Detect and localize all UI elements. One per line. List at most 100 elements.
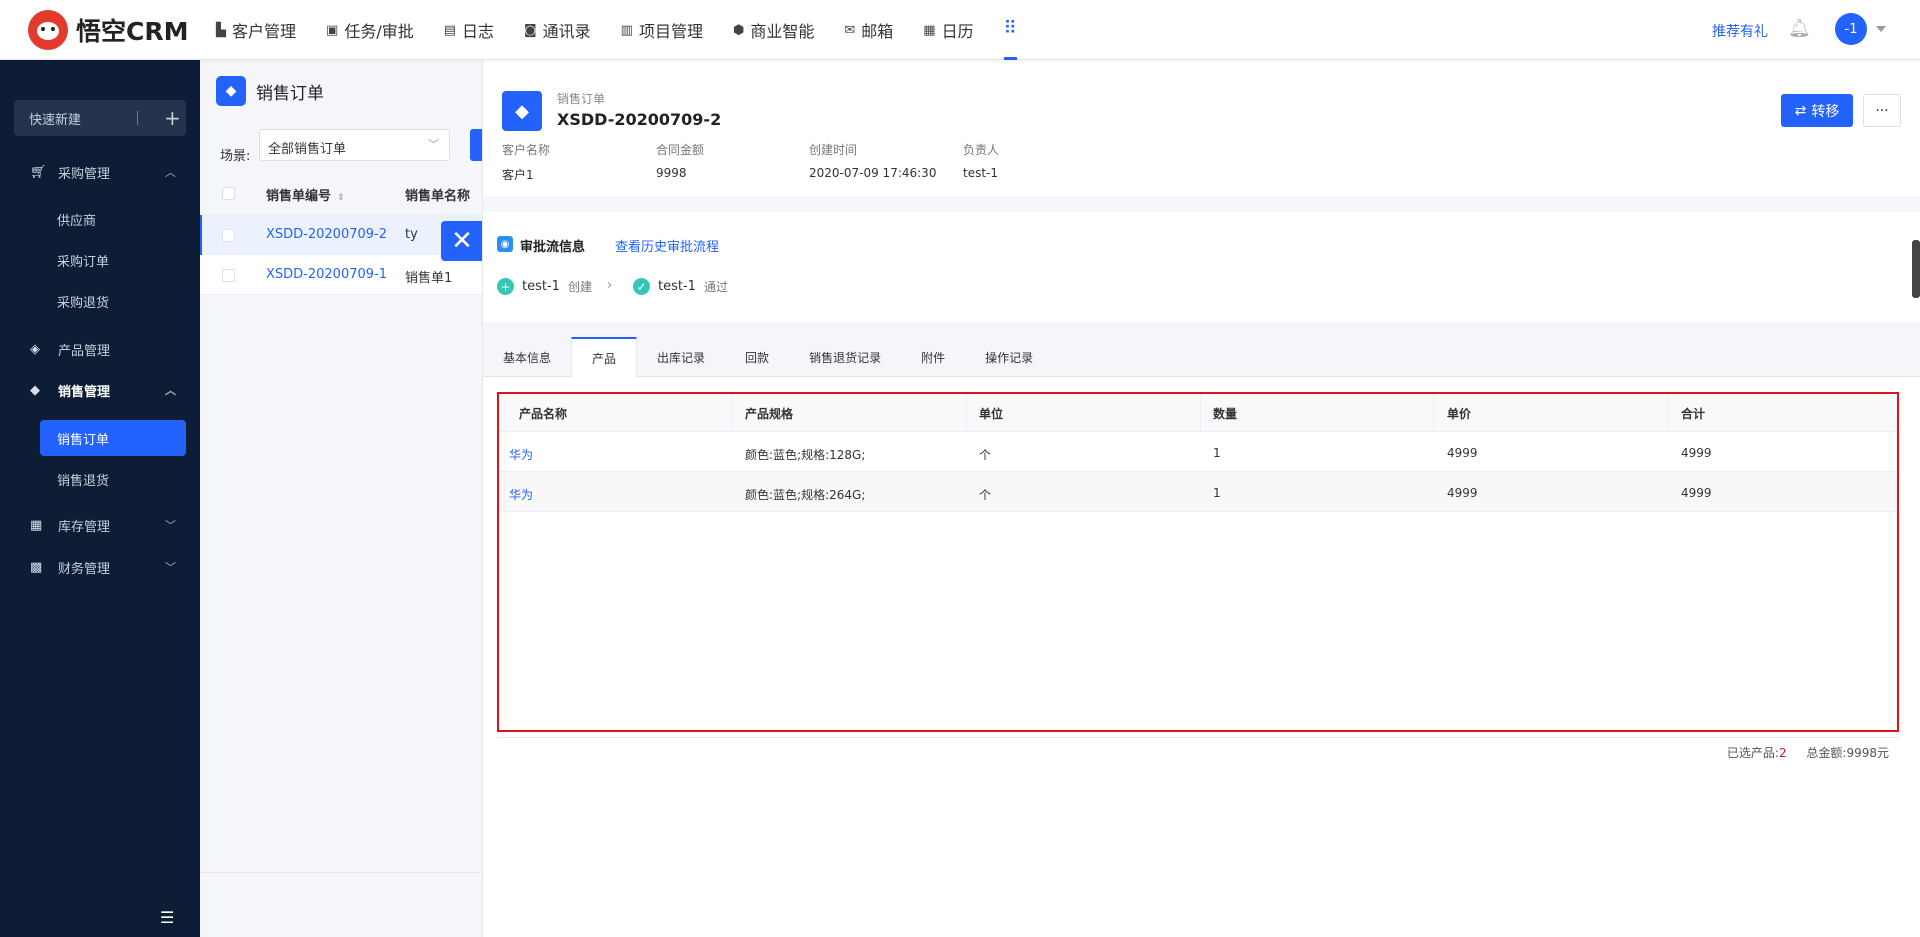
nav-label: 日志 bbox=[462, 22, 495, 41]
wallet-icon: ▩ bbox=[30, 559, 43, 575]
selected-count: 2 bbox=[1778, 746, 1787, 760]
column-header-name[interactable]: 销售单名称 bbox=[405, 185, 470, 204]
row-checkbox[interactable] bbox=[222, 269, 235, 282]
sidebar-sub-purchase-order[interactable]: 采购订单 bbox=[0, 242, 200, 278]
order-name: 销售单1 bbox=[405, 271, 453, 286]
box-icon: ◈ bbox=[30, 341, 40, 357]
chevron-right-icon: › bbox=[607, 278, 613, 293]
divider bbox=[1667, 394, 1668, 432]
chevron-up-icon: ︿ bbox=[165, 384, 176, 397]
order-number-link[interactable]: XSDD-20200709-2 bbox=[266, 227, 387, 242]
plus-icon: + bbox=[164, 106, 181, 130]
sidebar-item-sales[interactable]: ◆ 销售管理 ︿ bbox=[0, 372, 200, 408]
step-action: 创建 bbox=[567, 280, 592, 294]
log-icon: ▤ bbox=[443, 22, 457, 38]
nav-mail[interactable]: ✉ 邮箱 bbox=[844, 0, 893, 60]
nav-log[interactable]: ▤ 日志 bbox=[444, 0, 494, 60]
sidebar-item-purchase[interactable]: 🛒︎ 采购管理 ︿ bbox=[0, 154, 200, 190]
table-row[interactable]: XSDD-20200709-2 ty bbox=[200, 215, 482, 255]
field-owner: 负责人 test-1 bbox=[963, 141, 999, 180]
list-panel: ◆ 销售订单 场景: 全部销售订单 ﹀ 销售单编号 ⇕ 销售单名称 XSDD-20… bbox=[200, 60, 482, 937]
row-checkbox[interactable] bbox=[222, 229, 235, 242]
tag-icon: ◆ bbox=[30, 382, 40, 398]
approval-section: ◉ 审批流信息 查看历史审批流程 + test-1 创建 › ✓ test-1 通过 bbox=[483, 212, 1920, 322]
nav-label: 项目管理 bbox=[638, 22, 703, 41]
referral-link[interactable]: 推荐有礼 bbox=[1712, 21, 1768, 41]
field-created: 创建时间 2020-07-09 17:46:30 bbox=[809, 141, 936, 180]
nav-tasks[interactable]: ▣ 任务/审批 bbox=[326, 0, 414, 60]
table-row[interactable]: 华为 颜色:蓝色;规格:128G; 个 1 4999 4999 bbox=[499, 432, 1897, 472]
tab-products[interactable]: 产品 bbox=[571, 337, 638, 378]
nav-label: 任务/审批 bbox=[344, 22, 414, 41]
scene-label: 场景: bbox=[220, 149, 251, 164]
nav-projects[interactable]: ▥ 项目管理 bbox=[621, 0, 703, 60]
product-table: 产品名称 产品规格 单位 数量 单价 合计 华为 颜色:蓝色;规格:128G; … bbox=[497, 392, 1899, 732]
briefcase-icon: ▣ bbox=[326, 22, 339, 38]
field-value: 客户1 bbox=[502, 168, 534, 182]
sidebar-item-inventory[interactable]: ▦ 库存管理 ﹀ bbox=[0, 507, 200, 543]
side-handle[interactable] bbox=[1912, 240, 1920, 298]
column-header-number[interactable]: 销售单编号 ⇕ bbox=[266, 185, 345, 204]
sidebar-item-finance[interactable]: ▩ 财务管理 ﹀ bbox=[0, 549, 200, 585]
tab-attachments[interactable]: 附件 bbox=[901, 337, 965, 377]
tab-activity-log[interactable]: 操作记录 bbox=[965, 337, 1053, 377]
product-spec: 颜色:蓝色;规格:264G; bbox=[745, 488, 866, 502]
product-unit: 个 bbox=[979, 448, 992, 462]
scene-select[interactable]: 全部销售订单 ﹀ bbox=[259, 129, 450, 161]
apps-grid-icon: ⠿ bbox=[1003, 18, 1017, 39]
quick-create-button[interactable]: 快速新建 + bbox=[14, 100, 186, 136]
chevron-down-icon[interactable] bbox=[1876, 26, 1886, 32]
field-value: test-1 bbox=[963, 166, 999, 180]
nav-calendar[interactable]: ▦ 日历 bbox=[923, 0, 973, 60]
select-all-checkbox[interactable] bbox=[222, 187, 235, 200]
column-header: 数量 bbox=[1213, 407, 1238, 421]
sort-icon[interactable]: ⇕ bbox=[337, 193, 345, 203]
tab-basic-info[interactable]: 基本信息 bbox=[483, 337, 571, 377]
create-button-edge[interactable] bbox=[470, 129, 482, 161]
product-quantity: 1 bbox=[1213, 486, 1221, 500]
approval-step: ✓ test-1 通过 bbox=[633, 278, 728, 295]
product-name-link[interactable]: 华为 bbox=[509, 446, 533, 463]
user-icon: ◉ bbox=[497, 236, 513, 252]
avatar[interactable]: -1 bbox=[1835, 13, 1867, 45]
close-detail-button[interactable]: ✕ bbox=[441, 221, 483, 261]
collapse-sidebar-icon[interactable]: ☰ bbox=[160, 908, 174, 927]
nav-bi[interactable]: ⬢ 商业智能 bbox=[733, 0, 814, 60]
more-button[interactable]: ··· bbox=[1863, 94, 1901, 127]
tag-icon: ◆ bbox=[502, 91, 542, 131]
cart-icon: 🛒︎ bbox=[30, 164, 47, 180]
step-action: 通过 bbox=[703, 280, 728, 294]
nav-apps[interactable]: ⠿ bbox=[1003, 0, 1017, 60]
column-header: 合计 bbox=[1681, 407, 1706, 421]
field-amount: 合同金额 9998 bbox=[656, 141, 704, 180]
tab-payment[interactable]: 回款 bbox=[725, 337, 789, 377]
detail-number: XSDD-20200709-2 bbox=[557, 110, 722, 129]
nav-contacts[interactable]: ◙ 通讯录 bbox=[524, 0, 591, 60]
sidebar-item-product[interactable]: ◈ 产品管理 bbox=[0, 331, 200, 367]
brand-name: 悟空CRM bbox=[76, 17, 189, 46]
order-number-link[interactable]: XSDD-20200709-1 bbox=[266, 267, 387, 282]
tab-outbound[interactable]: 出库记录 bbox=[637, 337, 725, 377]
bell-icon[interactable]: 🔔︎ bbox=[1788, 18, 1811, 39]
chevron-down-icon: ﹀ bbox=[165, 561, 176, 574]
approval-history-link[interactable]: 查看历史审批流程 bbox=[615, 236, 719, 255]
sidebar-sub-supplier[interactable]: 供应商 bbox=[0, 201, 200, 237]
sidebar-sub-purchase-return[interactable]: 采购退货 bbox=[0, 283, 200, 319]
nav-customer[interactable]: ▙ 客户管理 bbox=[216, 0, 296, 60]
sidebar-item-label: 库存管理 bbox=[58, 519, 111, 535]
sidebar-sub-sales-order[interactable]: 销售订单 bbox=[40, 420, 186, 456]
nav-label: 邮箱 bbox=[861, 22, 894, 41]
divider bbox=[966, 394, 967, 432]
product-price: 4999 bbox=[1447, 446, 1478, 460]
tab-sales-return[interactable]: 销售退货记录 bbox=[789, 337, 901, 377]
product-quantity: 1 bbox=[1213, 446, 1221, 460]
transfer-button[interactable]: ⇄ 转移 bbox=[1781, 94, 1853, 127]
sidebar-sub-sales-return[interactable]: 销售退货 bbox=[0, 461, 200, 497]
approval-title: 审批流信息 bbox=[520, 240, 586, 255]
field-label: 客户名称 bbox=[502, 143, 551, 157]
product-name-link[interactable]: 华为 bbox=[509, 486, 533, 503]
table-row[interactable]: XSDD-20200709-1 销售单1 bbox=[200, 255, 482, 295]
detail-header: ◆ 销售订单 XSDD-20200709-2 客户名称 客户1 合同金额 9998 … bbox=[483, 60, 1920, 196]
logo[interactable]: 悟空CRM bbox=[28, 10, 188, 50]
table-row[interactable]: 华为 颜色:蓝色;规格:264G; 个 1 4999 4999 bbox=[499, 472, 1897, 512]
